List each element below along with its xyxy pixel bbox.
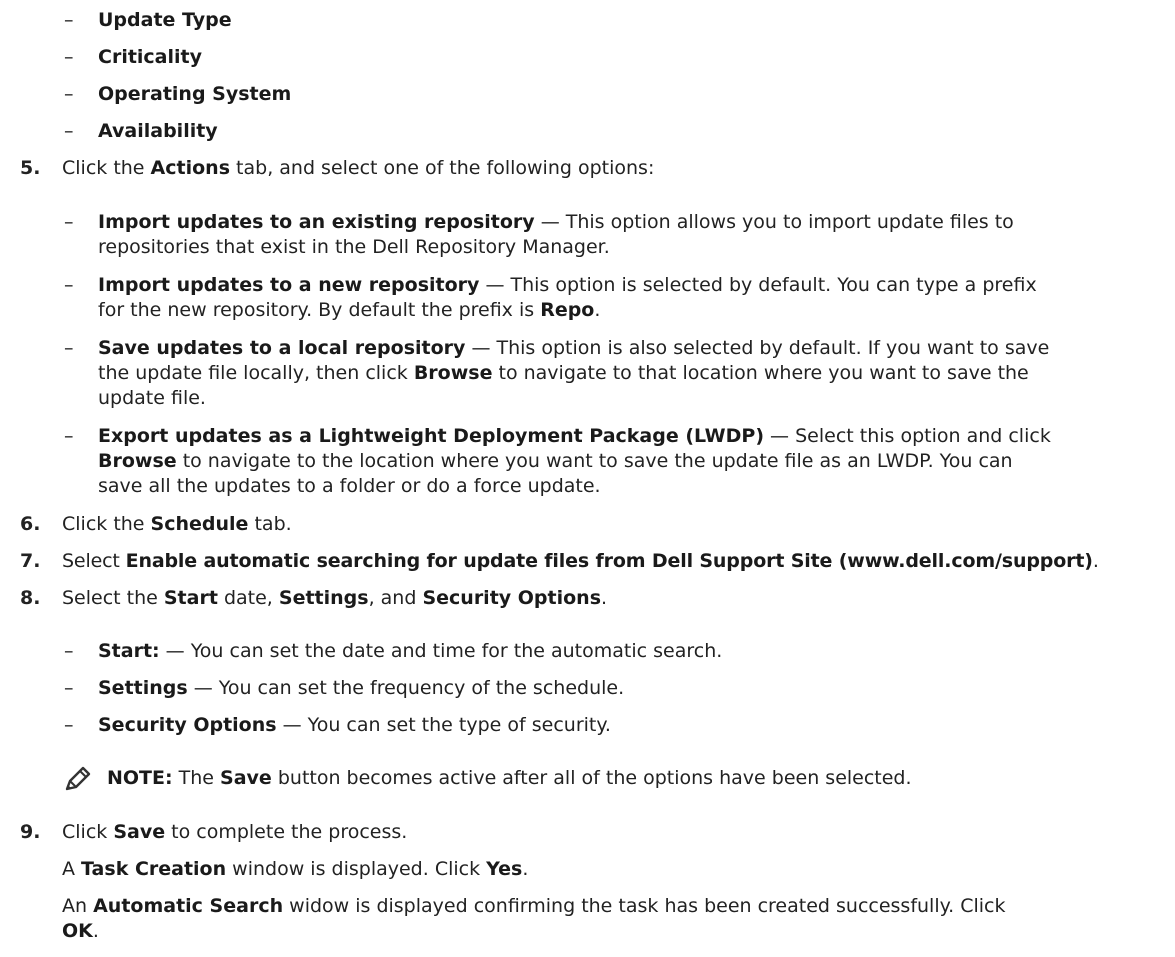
criticality-label: Criticality: [98, 46, 202, 68]
note-callout: NOTE: The Save button becomes active aft…: [64, 766, 1164, 796]
availability-label: Availability: [98, 120, 218, 142]
pencil-note-icon: [64, 766, 92, 792]
note-label: NOTE:: [107, 767, 173, 789]
automatic-search-paragraph: An Automatic Search widow is displayed c…: [62, 895, 1006, 942]
operating-system-label: Operating System: [98, 83, 292, 105]
document-page: – Update Type – Criticality – Operating …: [0, 0, 1175, 957]
update-type-label: Update Type: [98, 9, 232, 31]
task-creation-paragraph: A Task Creation window is displayed. Cli…: [62, 858, 529, 880]
